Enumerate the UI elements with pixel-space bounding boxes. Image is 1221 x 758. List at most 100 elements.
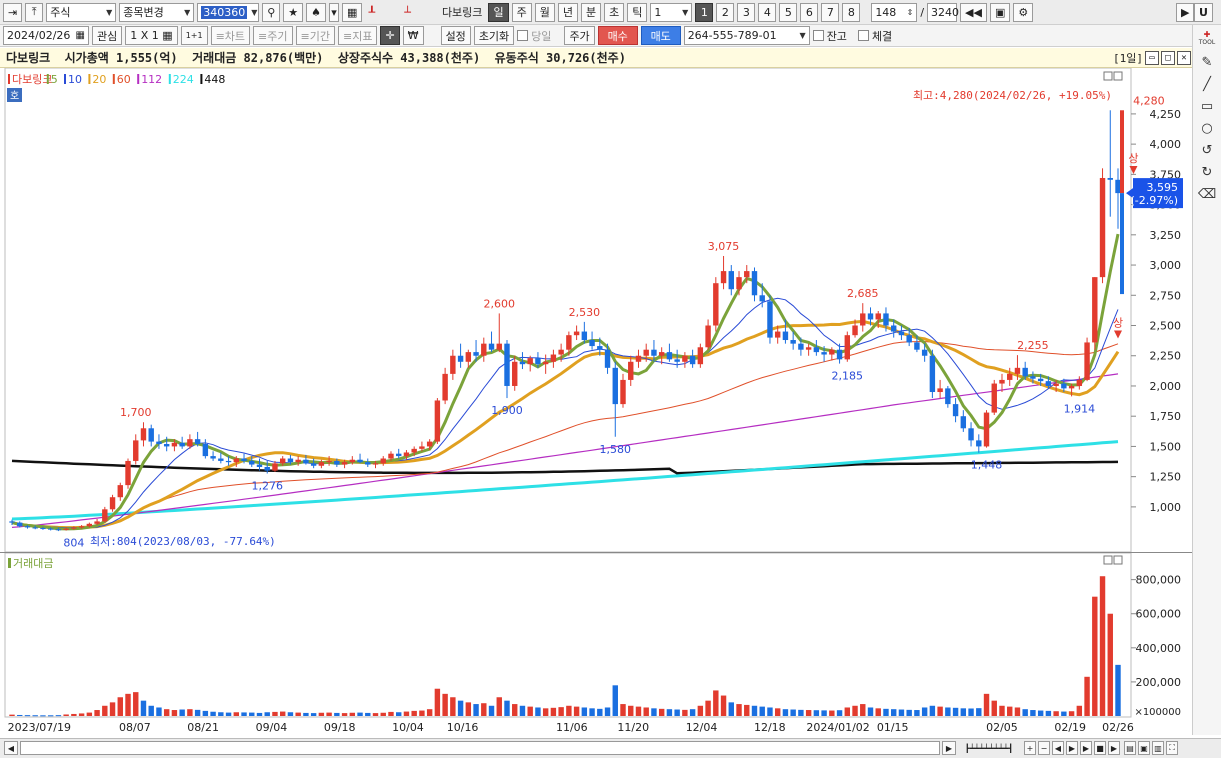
y-tick-label: 1,500: [1150, 440, 1182, 453]
page-8[interactable]: 8: [842, 2, 861, 22]
spinner-icon[interactable]: ⇕: [907, 8, 914, 17]
volume-bar: [272, 711, 278, 716]
page-4[interactable]: 4: [758, 2, 777, 22]
zoom-in-icon[interactable]: +: [1024, 741, 1036, 755]
tab-period[interactable]: ≡주기: [253, 26, 293, 45]
volume-tick-label: 200,000: [1136, 676, 1182, 689]
rectangle-icon[interactable]: ▭: [1198, 97, 1216, 115]
candle-body: [844, 335, 851, 360]
pane-close-icon[interactable]: [1113, 71, 1123, 81]
candle-body: [782, 331, 789, 341]
zoom-out-icon[interactable]: −: [1038, 741, 1050, 755]
period-tick[interactable]: 틱: [627, 2, 648, 22]
volume-bar: [388, 711, 394, 716]
save-icon[interactable]: ▣: [1138, 741, 1150, 755]
rewind-icon[interactable]: ◀◀: [960, 2, 987, 22]
zoom-slider[interactable]: ┣┷┷┷┷┷┷┷┷┫: [958, 741, 1020, 755]
won-icon[interactable]: ₩: [402, 26, 424, 45]
tab-range[interactable]: ≡기간: [295, 26, 335, 45]
fullscreen-icon[interactable]: ⛶: [1166, 741, 1178, 755]
main-toolbar: ⇥ ⤒ 주식 ▼ 종목변경 ▼ 340360 ▼ ⚲ ★ ♠ ▾ ▦ ┸ ┴ 다보링크…: [0, 0, 1221, 25]
interest-button[interactable]: 관심: [92, 26, 123, 45]
eraser-icon[interactable]: ⌫: [1198, 185, 1216, 203]
balance-checkbox[interactable]: 잔고: [812, 28, 847, 44]
page-3[interactable]: 3: [737, 2, 756, 22]
pause-icon[interactable]: ▶: [1108, 741, 1120, 755]
grid-icon[interactable]: ▦: [342, 2, 363, 22]
line-icon[interactable]: ╱: [1198, 75, 1216, 93]
volume-bar: [295, 712, 301, 716]
print-icon[interactable]: ▤: [1124, 741, 1136, 755]
market-select[interactable]: 주식 ▼: [46, 2, 117, 22]
today-checkbox[interactable]: 당일: [517, 28, 551, 44]
candle-body: [442, 373, 448, 401]
step-forward-icon[interactable]: ▶: [1080, 741, 1092, 755]
volume-title: 거래대금: [13, 557, 53, 570]
u-button[interactable]: U: [1194, 2, 1213, 22]
export-icon[interactable]: ▥: [1152, 741, 1164, 755]
volume-bar: [674, 709, 680, 716]
stock-code-input[interactable]: 340360 ▼: [197, 2, 260, 22]
period-month[interactable]: 월: [534, 2, 555, 22]
period-minute[interactable]: 분: [580, 2, 602, 22]
close-icon[interactable]: ✕: [1177, 51, 1191, 65]
volume-tick-label: 400,000: [1136, 642, 1182, 655]
minimize-icon[interactable]: ▭: [1145, 51, 1159, 65]
play-icon[interactable]: ▶: [1066, 741, 1078, 755]
gear-icon[interactable]: ⚙: [1013, 2, 1034, 22]
hoga-badge[interactable]: 호: [10, 90, 19, 102]
step-back-icon[interactable]: ◀: [1052, 741, 1064, 755]
period-year[interactable]: 년: [557, 2, 578, 22]
period-second[interactable]: 초: [604, 2, 625, 22]
date-picker[interactable]: 2024/02/26 ▦: [3, 26, 89, 45]
candle-body: [63, 528, 69, 530]
view-count-input[interactable]: 148 ⇕: [871, 2, 918, 22]
volume-pane-minimize-icon[interactable]: [1103, 555, 1113, 565]
page-2[interactable]: 2: [716, 2, 735, 22]
tool-icon[interactable]: ✚ TOOL: [1198, 29, 1216, 47]
scroll-right-icon[interactable]: ▶: [942, 741, 956, 755]
page-5[interactable]: 5: [779, 2, 798, 22]
redo-icon[interactable]: ↻: [1198, 163, 1216, 181]
volume-pane-close-icon[interactable]: [1113, 555, 1123, 565]
maximize-icon[interactable]: □: [1161, 51, 1175, 65]
top-icon[interactable]: ⤒: [25, 2, 44, 22]
settings-button[interactable]: 설정: [440, 26, 471, 45]
pencil-icon[interactable]: ✎: [1198, 53, 1216, 71]
y-tick-label: 1,000: [1150, 501, 1182, 514]
dropdown-icon[interactable]: ▾: [329, 2, 340, 22]
pane-minimize-icon[interactable]: [1103, 71, 1113, 81]
buy-button[interactable]: 매수: [597, 26, 638, 45]
sell-button[interactable]: 매도: [640, 26, 681, 45]
search-icon[interactable]: ⚲: [262, 2, 281, 22]
period-count-select[interactable]: 1 ▼: [650, 2, 693, 22]
period-week[interactable]: 주: [511, 2, 532, 22]
scroll-left-icon[interactable]: ◀: [4, 741, 18, 755]
horizontal-scrollbar[interactable]: [20, 741, 940, 755]
page-7[interactable]: 7: [821, 2, 840, 22]
period-day[interactable]: 일: [488, 2, 509, 22]
tab-indicator[interactable]: ≡지표: [337, 26, 378, 45]
tab-chart[interactable]: ≡차트: [210, 26, 251, 45]
spade-icon[interactable]: ♠: [306, 2, 327, 22]
candle-body: [968, 428, 974, 441]
volume-bar: [140, 700, 147, 716]
one-plus-button[interactable]: 1+1: [180, 26, 208, 45]
star-icon[interactable]: ★: [283, 2, 304, 22]
page-6[interactable]: 6: [800, 2, 819, 22]
circle-icon[interactable]: ○: [1198, 119, 1216, 137]
page-1[interactable]: 1: [695, 2, 714, 22]
stock-chart[interactable]: 4,2504,0003,7503,5003,2503,0002,7502,500…: [0, 68, 1192, 738]
account-select[interactable]: 264-555-789-01 ▼: [683, 26, 810, 45]
change-select[interactable]: 종목변경 ▼: [119, 2, 195, 22]
undo-icon[interactable]: ↺: [1198, 141, 1216, 159]
scroll-left-button[interactable]: ▶: [1176, 2, 1195, 22]
layout-button[interactable]: 1 X 1 ▦: [125, 26, 178, 45]
crosshair-icon[interactable]: ✛: [380, 26, 400, 45]
price-button[interactable]: 주가: [564, 26, 595, 45]
pin-icon[interactable]: ⇥: [3, 2, 23, 22]
stop-icon[interactable]: ■: [1094, 741, 1106, 755]
filled-checkbox[interactable]: 체결: [857, 28, 892, 44]
save-icon[interactable]: ▣: [989, 2, 1011, 22]
reset-button[interactable]: 초기화: [473, 26, 515, 45]
